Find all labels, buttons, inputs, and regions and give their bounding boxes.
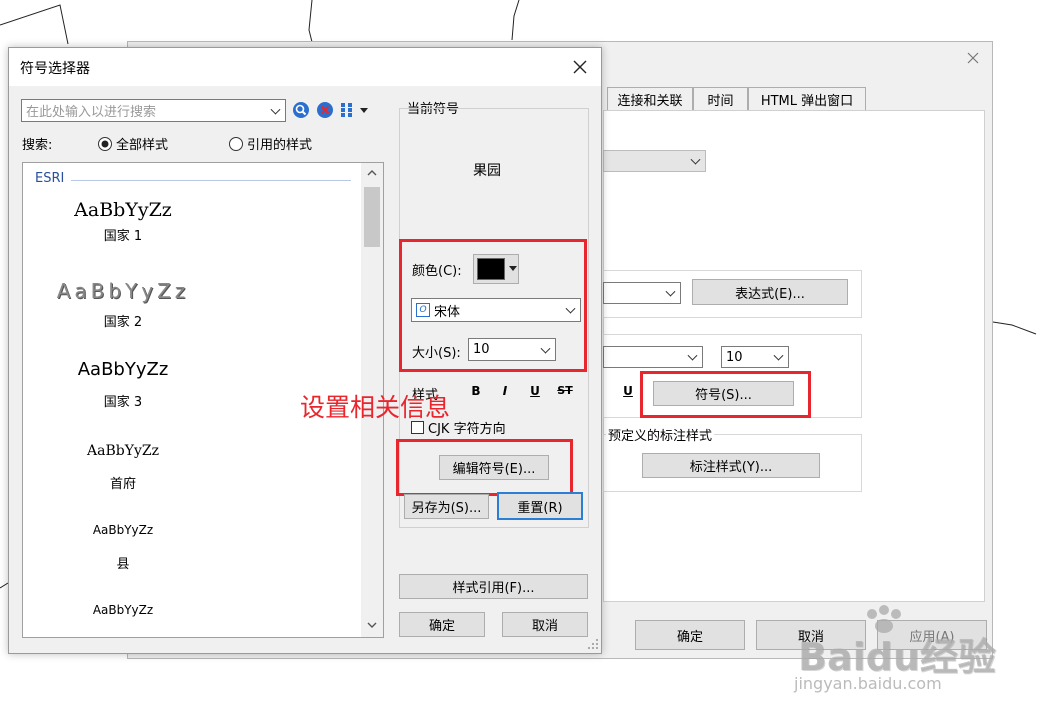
font-dropdown[interactable] — [603, 346, 703, 368]
preview-text: 果园 — [473, 163, 501, 179]
ok-button[interactable]: 确定 — [399, 612, 485, 637]
symbol-selector-dialog: 符号选择器 在此处输入以进行搜索 搜索: 全部样式 引用的样式 ESRI AaB… — [8, 47, 602, 654]
ok-label: 确定 — [428, 619, 455, 634]
radio-referenced-styles[interactable]: 引用的样式 — [228, 134, 312, 153]
symbol-name: 首府 — [109, 477, 136, 492]
list-item[interactable]: AaBbYyZz 首府 — [23, 443, 223, 503]
tab-time[interactable]: 时间 — [693, 87, 748, 110]
italic-button[interactable]: I — [497, 384, 513, 398]
radio-all-styles[interactable]: 全部样式 — [97, 134, 168, 153]
expression-button-label: 表达式(E)... — [735, 286, 805, 302]
watermark-url: jingyan.baidu.com — [794, 674, 942, 693]
scroll-thumb[interactable] — [364, 187, 380, 247]
close-icon[interactable] — [570, 57, 590, 77]
list-item[interactable]: AaBbYyZz 县 — [23, 523, 223, 583]
radio-all-label: 全部样式 — [116, 138, 169, 153]
tab-label: HTML 弹出窗口 — [760, 93, 854, 109]
underline-label: U — [623, 384, 633, 398]
list-item[interactable]: AaBbYyZz 国家 1 — [23, 199, 223, 259]
strike-label: ST — [557, 384, 573, 397]
radio-unchecked-icon — [229, 136, 243, 151]
search-input[interactable]: 在此处输入以进行搜索 — [21, 99, 286, 122]
highlight-box-symbol — [640, 371, 811, 418]
symbol-preview: 果园 — [402, 160, 572, 180]
symbol-sample: AaBbYyZz — [74, 199, 172, 221]
baidu-watermark: Baidu经验 jingyan.baidu.com — [778, 604, 1028, 694]
group-divider — [71, 180, 351, 181]
underline-label: U — [530, 384, 540, 398]
symbol-name: 国家 1 — [103, 229, 143, 244]
save-as-button[interactable]: 另存为(S)... — [404, 494, 489, 519]
bg-ok-button[interactable]: 确定 — [635, 620, 745, 650]
symbol-name: 国家 3 — [103, 395, 143, 410]
radio-ref-label: 引用的样式 — [247, 138, 313, 153]
style-references-button[interactable]: 样式引用(F)... — [399, 574, 588, 599]
reset-button[interactable]: 重置(R) — [497, 492, 583, 520]
symbol-name: 国家 2 — [103, 315, 143, 330]
expression-button[interactable]: 表达式(E)... — [692, 279, 848, 305]
highlight-box-font-settings — [399, 239, 587, 372]
group-header: ESRI — [35, 171, 65, 186]
style-references-label: 样式引用(F)... — [452, 581, 535, 596]
italic-label: I — [502, 384, 508, 398]
tab-html-popup[interactable]: HTML 弹出窗口 — [748, 87, 866, 110]
annotation-text: 设置相关信息 — [300, 393, 451, 422]
cancel-button[interactable]: 取消 — [502, 612, 588, 637]
symbol-sample: AaBbYyZz — [92, 523, 154, 537]
list-item[interactable]: AaBbYyZz 国家 2 — [23, 279, 223, 339]
tab-joins-relates[interactable]: 连接和关联 — [607, 87, 693, 110]
view-options-icon[interactable] — [340, 102, 374, 118]
bg-ok-label: 确定 — [676, 629, 703, 645]
size-dropdown[interactable]: 10 — [721, 346, 789, 368]
radio-checked-icon — [98, 136, 112, 151]
cancel-label: 取消 — [531, 619, 558, 634]
strikethrough-button[interactable]: ST — [555, 384, 575, 397]
scroll-down-icon[interactable] — [361, 615, 383, 635]
scroll-up-icon[interactable] — [361, 163, 383, 183]
label-field-dropdown[interactable] — [603, 282, 681, 304]
size-value: 10 — [726, 349, 743, 365]
label-style-button[interactable]: 标注样式(Y)... — [642, 453, 820, 478]
clear-search-icon[interactable] — [316, 101, 334, 119]
list-item[interactable]: AaBbYyZz — [23, 603, 223, 637]
label-class-dropdown[interactable] — [603, 150, 706, 172]
symbol-name: 县 — [116, 557, 130, 572]
label-style-button-label: 标注样式(Y)... — [689, 460, 773, 475]
tab-label: 时间 — [707, 93, 734, 109]
watermark-logo-text: Baidu经验 — [798, 635, 996, 679]
bold-label: B — [471, 384, 481, 398]
symbol-sample: AaBbYyZz — [92, 603, 154, 617]
reset-label: 重置(R) — [517, 500, 563, 516]
save-as-label: 另存为(S)... — [411, 501, 482, 516]
title-bar: 符号选择器 — [9, 48, 601, 86]
close-icon[interactable] — [963, 48, 983, 68]
list-item[interactable]: AaBbYyZz 国家 3 — [23, 359, 223, 419]
predefined-style-label: 预定义的标注样式 — [606, 425, 715, 444]
underline-button[interactable]: U — [620, 384, 636, 402]
bold-button[interactable]: B — [468, 384, 484, 398]
search-icon[interactable] — [292, 101, 310, 119]
highlight-box-edit-symbol — [396, 439, 573, 496]
search-label: 搜索: — [22, 138, 53, 153]
underline-button[interactable]: U — [527, 384, 543, 398]
tab-label: 连接和关联 — [617, 93, 683, 109]
search-placeholder: 在此处输入以进行搜索 — [26, 105, 157, 120]
dialog-title: 符号选择器 — [20, 61, 90, 77]
resize-grip-icon[interactable] — [587, 638, 599, 650]
symbol-sample: AaBbYyZz — [87, 443, 159, 459]
symbol-sample: AaBbYyZz — [56, 279, 190, 303]
symbol-sample: AaBbYyZz — [77, 359, 169, 380]
